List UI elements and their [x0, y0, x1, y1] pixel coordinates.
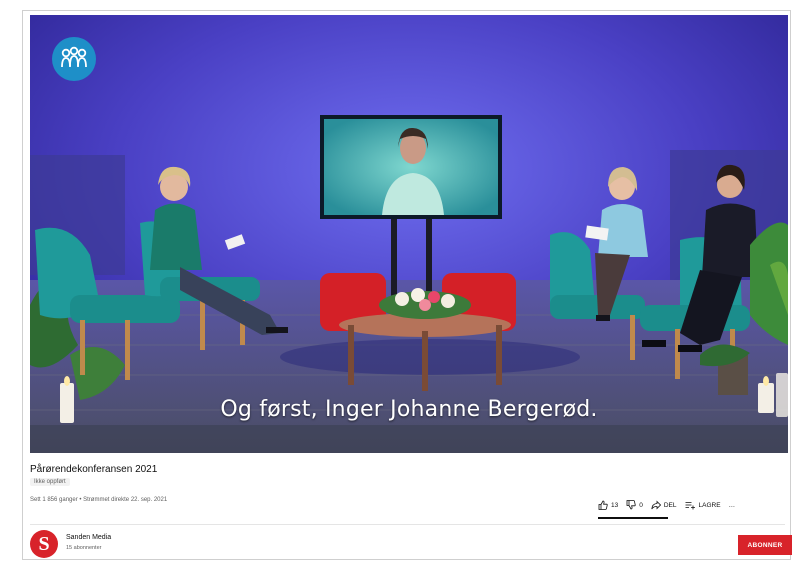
share-icon — [651, 500, 661, 510]
playlist-add-icon — [685, 502, 695, 510]
thumbs-down-icon — [626, 500, 636, 510]
subscribe-button[interactable]: ABONNER — [738, 535, 792, 555]
share-label: DEL — [663, 501, 677, 509]
like-button[interactable]: 13 — [598, 500, 618, 510]
dislike-count: 0 — [639, 501, 643, 509]
channel-avatar[interactable]: S — [30, 530, 58, 558]
divider — [30, 524, 785, 525]
save-label: LAGRE — [698, 501, 721, 509]
video-actions: 13 0 DEL LAGRE … — [598, 498, 735, 512]
channel-name[interactable]: Sanden Media — [66, 534, 111, 541]
video-player[interactable]: Og først, Inger Johanne Bergerød. — [30, 15, 788, 453]
visibility-badge: Ikke oppført — [30, 478, 70, 486]
video-title: Pårørendekonferansen 2021 — [30, 464, 158, 475]
save-button[interactable]: LAGRE — [685, 500, 721, 510]
share-button[interactable]: DEL — [651, 500, 677, 510]
thumbs-up-icon — [598, 500, 608, 510]
view-count-and-date: Sett 1 856 ganger • Strømmet direkte 22.… — [30, 497, 168, 503]
subscriber-count: 15 abonnenter — [66, 545, 102, 551]
people-group-icon — [52, 37, 96, 81]
video-subtitle: Og først, Inger Johanne Bergerød. — [220, 397, 598, 422]
dislike-button[interactable]: 0 — [626, 500, 643, 510]
like-count: 13 — [611, 501, 619, 509]
like-ratio-bar — [598, 517, 668, 519]
more-icon: … — [728, 501, 736, 509]
more-actions-button[interactable]: … — [729, 502, 736, 509]
video-frame — [30, 15, 788, 453]
